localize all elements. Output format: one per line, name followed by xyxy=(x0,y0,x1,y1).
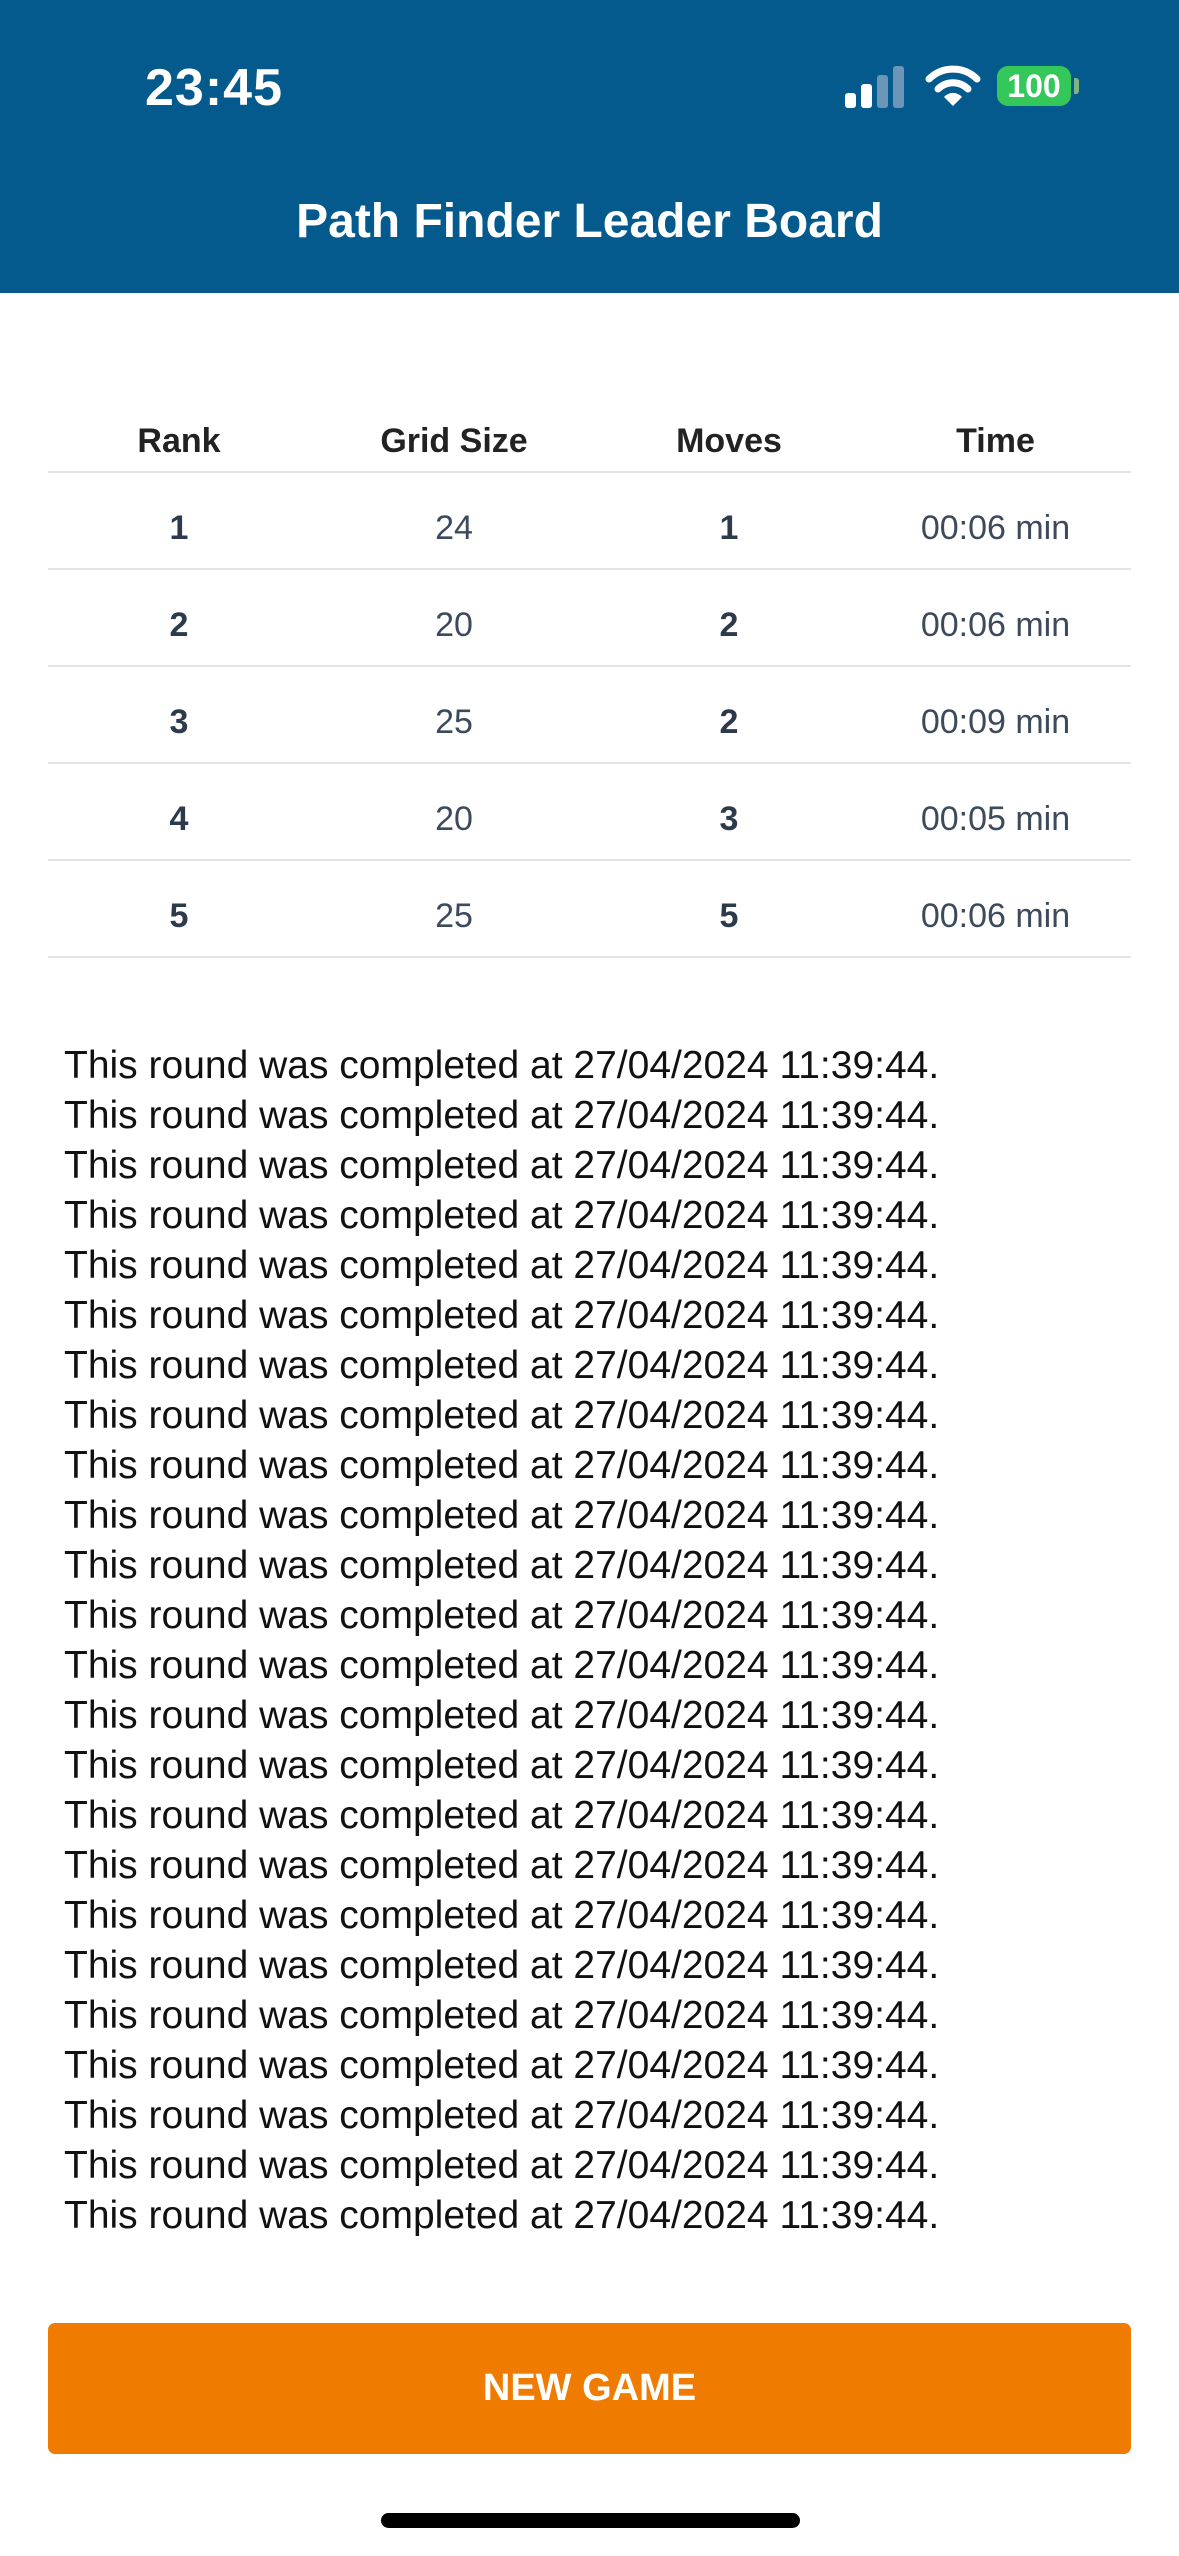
new-game-button[interactable]: NEW GAME xyxy=(48,2323,1131,2454)
column-header-moves: Moves xyxy=(676,422,782,460)
time-cell: 00:06 min xyxy=(920,606,1071,644)
grid-size-cell: 20 xyxy=(435,606,473,644)
column-header-grid-size: Grid Size xyxy=(380,422,528,460)
table-row: 2 20 2 00:06 min xyxy=(48,570,1131,667)
grid-size-cell: 24 xyxy=(435,509,473,547)
log-line: This round was completed at 27/04/2024 1… xyxy=(64,1894,940,1937)
log-line: This round was completed at 27/04/2024 1… xyxy=(64,1594,940,1637)
page-title: Path Finder Leader Board xyxy=(296,195,883,248)
rank-cell: 5 xyxy=(169,897,189,935)
log-line: This round was completed at 27/04/2024 1… xyxy=(64,1194,940,1237)
table-row: 5 25 5 00:06 min xyxy=(48,861,1131,958)
grid-size-cell: 25 xyxy=(435,703,473,741)
log-line: This round was completed at 27/04/2024 1… xyxy=(64,1144,940,1187)
time-cell: 00:06 min xyxy=(920,509,1071,547)
moves-cell: 2 xyxy=(719,606,739,644)
table-row: 1 24 1 00:06 min xyxy=(48,473,1131,570)
moves-cell: 3 xyxy=(719,800,739,838)
time-cell: 00:09 min xyxy=(920,703,1071,741)
log-line: This round was completed at 27/04/2024 1… xyxy=(64,2194,940,2237)
moves-cell: 2 xyxy=(719,703,739,741)
log-line: This round was completed at 27/04/2024 1… xyxy=(64,1444,940,1487)
log-line: This round was completed at 27/04/2024 1… xyxy=(64,1394,940,1437)
cellular-signal-icon xyxy=(845,64,905,108)
rank-cell: 4 xyxy=(169,800,189,838)
log-line: This round was completed at 27/04/2024 1… xyxy=(64,2044,940,2087)
moves-cell: 5 xyxy=(719,897,739,935)
table-row: 3 25 2 00:09 min xyxy=(48,667,1131,764)
time-cell: 00:05 min xyxy=(920,800,1071,838)
column-header-time: Time xyxy=(956,422,1035,460)
log-line: This round was completed at 27/04/2024 1… xyxy=(64,1944,940,1987)
time-cell: 00:06 min xyxy=(920,897,1071,935)
log-line: This round was completed at 27/04/2024 1… xyxy=(64,1494,940,1537)
column-header-rank: Rank xyxy=(137,422,221,460)
battery-tip xyxy=(1074,78,1079,94)
log-line: This round was completed at 27/04/2024 1… xyxy=(64,1044,940,1087)
table-header-row: Rank Grid Size Moves Time xyxy=(48,404,1131,473)
rank-cell: 2 xyxy=(169,606,189,644)
grid-size-cell: 25 xyxy=(435,897,473,935)
log-line: This round was completed at 27/04/2024 1… xyxy=(64,2144,940,2187)
table-row: 4 20 3 00:05 min xyxy=(48,764,1131,861)
completion-log: This round was completed at 27/04/2024 1… xyxy=(64,1041,1144,2241)
battery-icon: 100 xyxy=(997,66,1071,106)
grid-size-cell: 20 xyxy=(435,800,473,838)
log-line: This round was completed at 27/04/2024 1… xyxy=(64,2094,940,2137)
log-line: This round was completed at 27/04/2024 1… xyxy=(64,1794,940,1837)
log-line: This round was completed at 27/04/2024 1… xyxy=(64,1844,940,1887)
log-line: This round was completed at 27/04/2024 1… xyxy=(64,1694,940,1737)
log-line: This round was completed at 27/04/2024 1… xyxy=(64,1994,940,2037)
log-line: This round was completed at 27/04/2024 1… xyxy=(64,1344,940,1387)
wifi-icon xyxy=(925,65,981,106)
rank-cell: 1 xyxy=(169,509,189,547)
home-indicator[interactable] xyxy=(381,2513,800,2528)
leaderboard-table: Rank Grid Size Moves Time 1 24 1 00:06 m… xyxy=(48,404,1131,958)
log-line: This round was completed at 27/04/2024 1… xyxy=(64,1744,940,1787)
log-line: This round was completed at 27/04/2024 1… xyxy=(64,1294,940,1337)
log-line: This round was completed at 27/04/2024 1… xyxy=(64,1244,940,1287)
log-line: This round was completed at 27/04/2024 1… xyxy=(64,1544,940,1587)
status-bar-time: 23:45 xyxy=(145,59,283,117)
rank-cell: 3 xyxy=(169,703,189,741)
log-line: This round was completed at 27/04/2024 1… xyxy=(64,1094,940,1137)
app-header: 23:45 100 Path Finder Leader Board xyxy=(0,0,1179,293)
log-line: This round was completed at 27/04/2024 1… xyxy=(64,1644,940,1687)
moves-cell: 1 xyxy=(719,509,739,547)
